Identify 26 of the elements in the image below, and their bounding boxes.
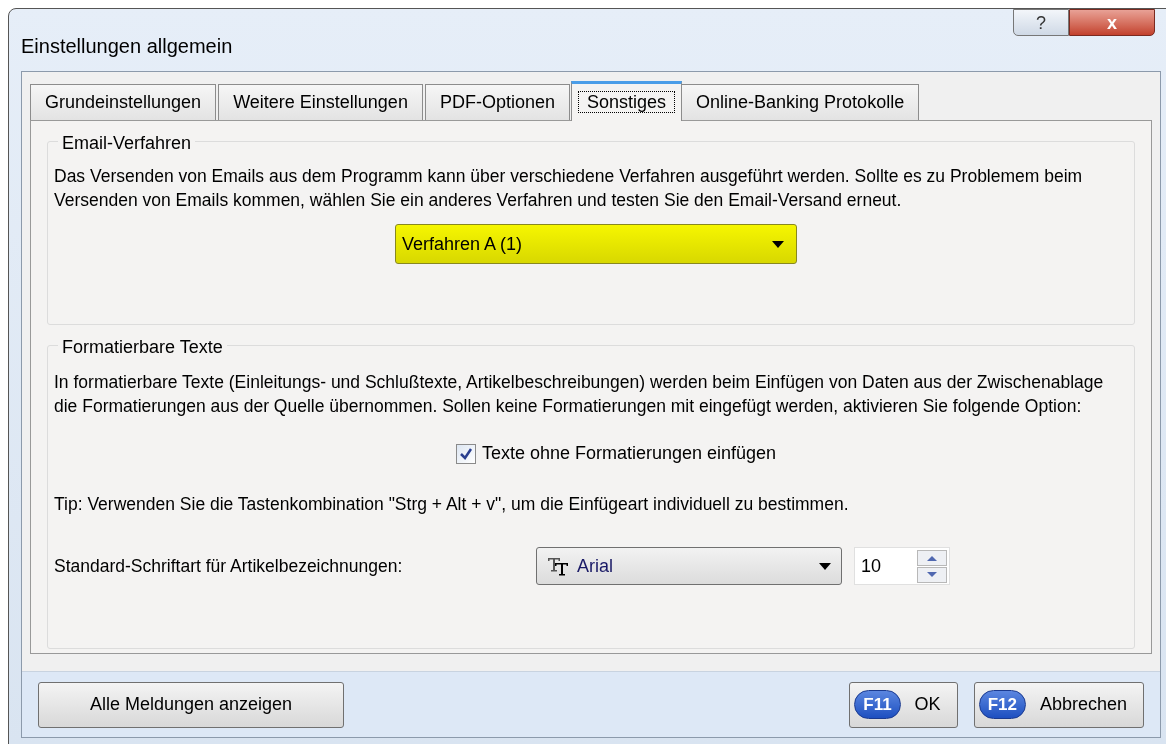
tab[interactable]: PDF-Optionen xyxy=(424,84,570,120)
font-label: Standard-Schriftart für Artikelbezeichnungen: xyxy=(54,555,404,579)
size-spinner[interactable]: 10 xyxy=(854,547,950,586)
tab[interactable]: Weitere Einstellungen xyxy=(218,84,423,120)
key-badge: F11 xyxy=(854,689,901,720)
description-text: Das Versenden von Emails aus dem Programm kann über verschiedene Verfahren ausgeführt werden. Sollte es zu Problemem beim Versenden von Emails kommen, wählen Sie ein anderes Verfahren und testen Sie den Email-Versand erneut. xyxy=(54,165,1084,212)
caret-icon xyxy=(772,240,784,248)
dialog-button[interactable]: F11 OK xyxy=(849,681,958,728)
tip-text: Tip: Verwenden Sie die Tastenkombination "Strg + Alt + v", um die Einfügeart individuell zu bestimmen. xyxy=(54,493,850,516)
key-badge: F12 xyxy=(978,689,1026,720)
dialog-button[interactable]: F12 Abbrechen xyxy=(973,681,1144,728)
checkbox-label[interactable]: Texte ohne Formatierungen einfügen xyxy=(481,440,777,467)
font-dropdown[interactable]: Arial xyxy=(536,547,842,586)
caret-icon xyxy=(819,562,831,570)
method-dropdown[interactable]: Verfahren A (1) xyxy=(395,224,797,264)
tab[interactable]: Sonstiges xyxy=(570,81,683,121)
tab[interactable]: Online-Banking Protokolle xyxy=(681,84,920,120)
description-text: In formatierbare Texte (Einleitungs- und Schlußtexte, Artikelbeschreibungen) werden beim Einfügen von Daten aus der Zwischenablage die Formatierungen aus der Quelle übernommen. Sollen keine Formatierungen mit eingefügt werden, aktivieren Sie folgende Option: xyxy=(54,371,1105,418)
spin-down-icon[interactable] xyxy=(917,566,947,583)
font-icon xyxy=(547,556,569,577)
window-title: Einstellungen allgemein xyxy=(21,34,233,59)
help-button[interactable]: ? xyxy=(1013,9,1069,36)
checkbox[interactable] xyxy=(455,443,476,464)
spin-up-icon[interactable] xyxy=(917,549,947,566)
show-messages-button[interactable]: Alle Meldungen anzeigen xyxy=(38,681,344,728)
tab[interactable]: Grundeinstellungen xyxy=(30,84,217,120)
